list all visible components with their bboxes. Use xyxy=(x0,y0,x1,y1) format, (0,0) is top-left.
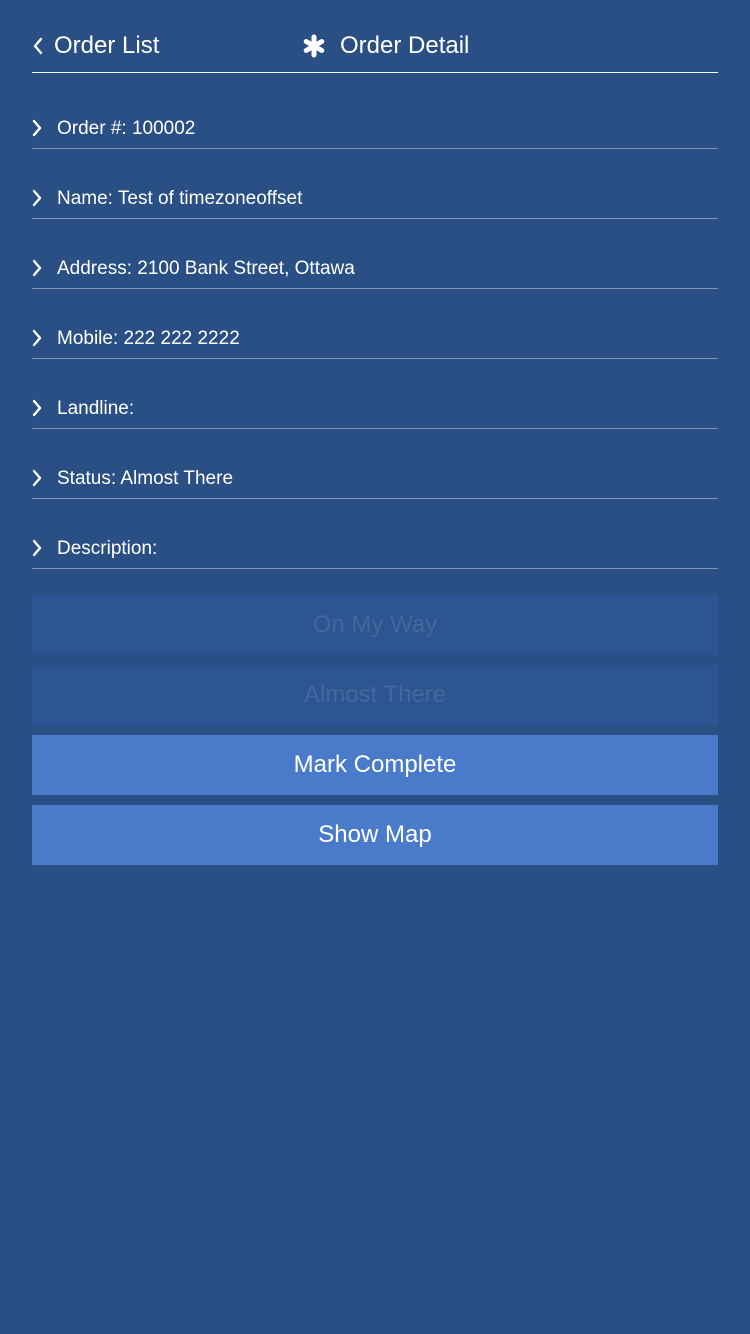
chevron-right-icon xyxy=(32,539,42,557)
action-buttons: On My Way Almost There Mark Complete Sho… xyxy=(32,595,718,875)
chevron-right-icon xyxy=(32,189,42,207)
order-number-label: Order #: 100002 xyxy=(57,118,196,139)
status-label: Status: Almost There xyxy=(57,468,234,489)
on-my-way-button[interactable]: On My Way xyxy=(32,595,718,655)
chevron-right-icon xyxy=(32,469,42,487)
row-status[interactable]: Status: Almost There xyxy=(32,429,718,499)
chevron-right-icon xyxy=(32,399,42,417)
chevron-right-icon xyxy=(32,119,42,137)
name-label: Name: Test of timezoneoffset xyxy=(57,188,303,209)
address-label: Address: 2100 Bank Street, Ottawa xyxy=(57,258,355,279)
mobile-label: Mobile: 222 222 2222 xyxy=(57,328,240,349)
chevron-right-icon xyxy=(32,329,42,347)
back-label: Order List xyxy=(54,32,160,59)
mark-complete-button[interactable]: Mark Complete xyxy=(32,735,718,795)
description-label: Description: xyxy=(57,538,158,559)
chevron-left-icon xyxy=(33,37,43,55)
row-mobile[interactable]: Mobile: 222 222 2222 xyxy=(32,289,718,359)
show-map-button[interactable]: Show Map xyxy=(32,805,718,865)
row-name[interactable]: Name: Test of timezoneoffset xyxy=(32,149,718,219)
row-address[interactable]: Address: 2100 Bank Street, Ottawa xyxy=(32,219,718,289)
page-title-group: Order Detail xyxy=(302,29,469,63)
row-order-number[interactable]: Order #: 100002 xyxy=(32,79,718,149)
page-title: Order Detail xyxy=(340,32,470,59)
order-detail-list: Order #: 100002 Name: Test of timezoneof… xyxy=(32,79,718,569)
landline-label: Landline: xyxy=(57,398,135,419)
nav-header: Order List Order Detail xyxy=(32,0,718,73)
row-description[interactable]: Description: xyxy=(32,499,718,569)
almost-there-button[interactable]: Almost There xyxy=(32,665,718,725)
row-landline[interactable]: Landline: xyxy=(32,359,718,429)
back-button[interactable]: Order List xyxy=(32,29,159,63)
chevron-right-icon xyxy=(32,259,42,277)
asterisk-icon xyxy=(303,34,325,58)
